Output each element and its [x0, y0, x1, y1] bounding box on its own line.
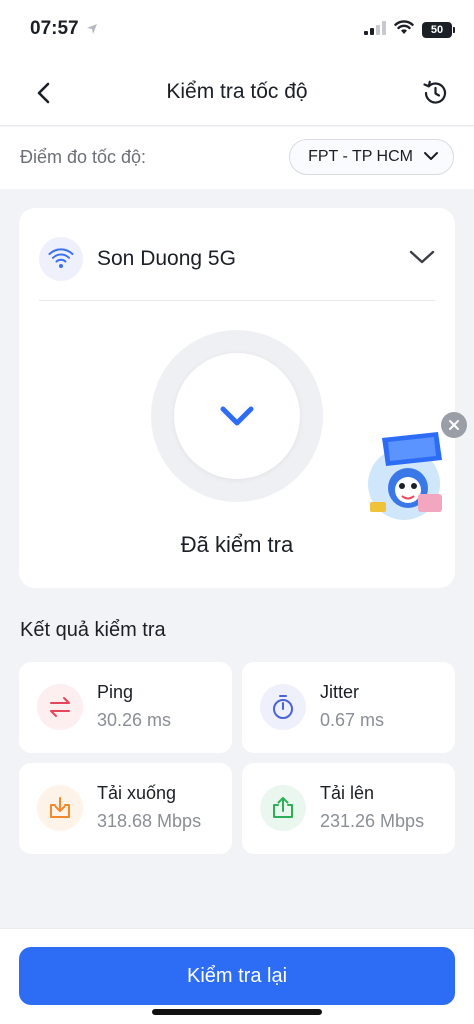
stopwatch-icon [260, 684, 306, 730]
home-indicator [152, 1009, 322, 1015]
result-jitter: Jitter 0.67 ms [242, 662, 455, 753]
results-title: Kết quả kiểm tra [20, 619, 166, 641]
nav-bar: Kiểm tra tốc độ [0, 62, 474, 126]
status-bar: 07:57 50 [0, 0, 474, 62]
upload-icon [260, 785, 306, 831]
wifi-status-icon [394, 20, 414, 40]
promo-badge[interactable] [362, 412, 474, 522]
result-label: Tải lên [320, 783, 375, 803]
battery-icon: 50 [422, 22, 455, 38]
ping-arrows-icon [37, 684, 83, 730]
status-time: 07:57 [30, 18, 79, 39]
check-icon [174, 353, 300, 479]
server-dropdown[interactable]: FPT - TP HCM [289, 139, 454, 175]
page-title: Kiểm tra tốc độ [166, 80, 308, 103]
result-label: Ping [97, 682, 134, 702]
network-selector[interactable]: Son Duong 5G [39, 236, 435, 282]
close-icon[interactable] [441, 412, 467, 438]
result-value: 30.26 ms [97, 710, 172, 730]
cellular-signal-icon [364, 20, 386, 40]
result-upload: Tải lên 231.26 Mbps [242, 763, 455, 854]
result-ping: Ping 30.26 ms [19, 662, 232, 753]
network-name: Son Duong 5G [97, 247, 236, 270]
history-icon[interactable] [418, 76, 452, 110]
result-value: 318.68 Mbps [97, 811, 202, 831]
result-label: Tải xuống [97, 783, 177, 803]
bottom-bar: Kiểm tra lại [0, 928, 474, 1024]
status-icons: 50 [364, 20, 455, 40]
result-download: Tải xuống 318.68 Mbps [19, 763, 232, 854]
server-bar: Điểm đo tốc độ: FPT - TP HCM [0, 127, 474, 189]
chevron-down-icon [423, 148, 439, 166]
download-icon [37, 785, 83, 831]
server-selected-value: FPT - TP HCM [308, 148, 413, 165]
chevron-down-icon [409, 249, 435, 270]
result-value: 231.26 Mbps [320, 811, 425, 831]
test-status: Đã kiểm tra [180, 532, 294, 557]
test-gauge [151, 330, 323, 502]
result-value: 0.67 ms [320, 710, 385, 730]
server-label: Điểm đo tốc độ: [20, 147, 147, 167]
location-arrow-icon [86, 22, 98, 40]
result-label: Jitter [320, 682, 360, 702]
divider [39, 300, 435, 301]
speedtest-card: Son Duong 5G Đã kiểm tra [19, 208, 455, 588]
wifi-icon [39, 237, 83, 281]
retest-button[interactable]: Kiểm tra lại [19, 947, 455, 1005]
